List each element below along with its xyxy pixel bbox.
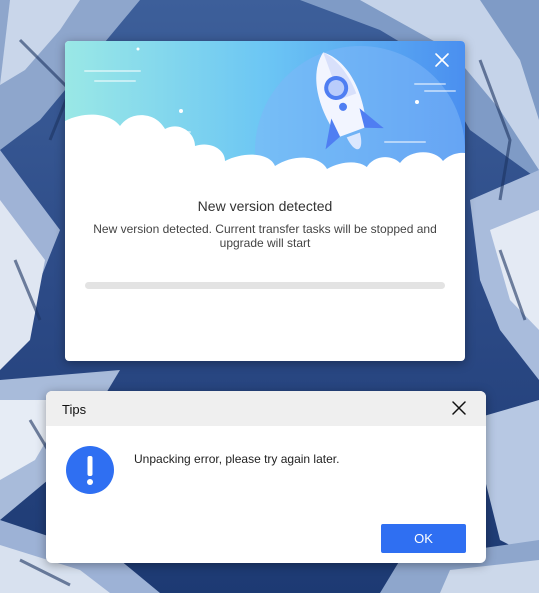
close-icon[interactable]	[452, 401, 466, 415]
ok-button[interactable]: OK	[381, 524, 466, 553]
tips-dialog: Tips Unpacking error, please try again l…	[46, 391, 486, 563]
rocket-illustration	[65, 41, 465, 171]
update-title: New version detected	[197, 198, 333, 214]
tips-title: Tips	[62, 402, 87, 417]
update-dialog: New version detected New version detecte…	[65, 41, 465, 361]
tips-message: Unpacking error, please try again later.	[134, 452, 340, 466]
exclamation-icon	[66, 446, 114, 494]
update-message: New version detected. Current transfer t…	[93, 222, 437, 250]
tips-titlebar: Tips	[46, 391, 486, 426]
progress-bar	[85, 282, 445, 289]
close-icon[interactable]	[433, 51, 451, 69]
